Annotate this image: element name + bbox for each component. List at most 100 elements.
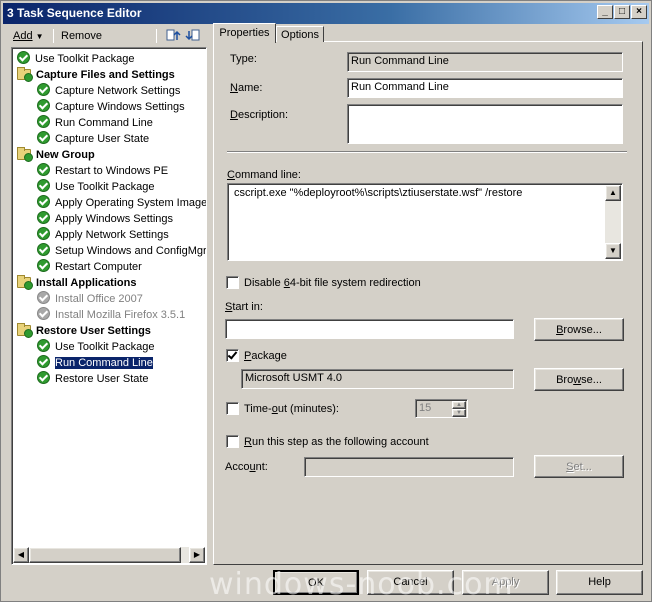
tree-item-label: Capture Files and Settings (36, 69, 175, 81)
folder-icon (17, 323, 33, 338)
type-label: Type: (230, 53, 257, 65)
add-menu-button[interactable]: Add ▼ (13, 27, 44, 45)
disable-redirection-checkbox[interactable] (226, 276, 239, 289)
tree-item-label: Install Applications (36, 277, 137, 289)
tree-item-label: Run Command Line (54, 356, 154, 370)
tree-step[interactable]: Apply Windows Settings (37, 211, 173, 227)
maximize-button[interactable]: □ (614, 5, 630, 19)
tree-item-label: Setup Windows and ConfigMgr (55, 245, 206, 257)
start-in-input[interactable] (225, 319, 514, 339)
move-down-icon[interactable] (185, 28, 201, 44)
check-icon (37, 99, 50, 112)
tab-properties[interactable]: Properties (213, 23, 276, 43)
tree-group[interactable]: Restore User Settings (17, 323, 151, 339)
tree-step[interactable]: Capture User State (37, 131, 149, 147)
spin-up-icon[interactable]: ▲ (452, 401, 466, 409)
check-icon (37, 163, 50, 176)
minimize-button[interactable]: _ (597, 5, 613, 19)
tree-step[interactable]: Apply Network Settings (37, 227, 169, 243)
task-sequence-editor-window: 3 Task Sequence Editor _ □ × Add ▼ Remov… (0, 0, 652, 602)
tree-item-label: Restore User Settings (36, 325, 151, 337)
spin-down-icon[interactable]: ▼ (452, 409, 466, 417)
type-field: Run Command Line (347, 52, 623, 72)
name-label: Name: (230, 82, 263, 94)
tree-item-label: Capture Network Settings (55, 85, 181, 97)
package-checkbox[interactable] (226, 349, 239, 362)
account-field (304, 457, 514, 477)
set-account-button[interactable]: Set... (534, 455, 624, 478)
tree-item-label: Restore User State (55, 373, 149, 385)
cancel-button[interactable]: Cancel (367, 570, 454, 595)
window-title: 3 Task Sequence Editor (7, 6, 142, 20)
tree-step[interactable]: Run Command Line (37, 115, 153, 131)
check-icon (37, 227, 50, 240)
description-input[interactable] (347, 104, 623, 144)
tree-item-label: Use Toolkit Package (55, 181, 155, 193)
command-line-label: Command line: (227, 169, 301, 181)
description-label: Description: (230, 109, 289, 121)
help-button[interactable]: Help (556, 570, 643, 595)
package-label: Package (244, 350, 287, 362)
check-icon (37, 355, 50, 368)
tree-item-label: Restart to Windows PE (55, 165, 169, 177)
tree-step[interactable]: Restart to Windows PE (37, 163, 168, 179)
check-icon (37, 307, 50, 320)
tree-group[interactable]: Capture Files and Settings (17, 67, 175, 83)
scroll-up-icon[interactable]: ▲ (605, 185, 621, 201)
start-in-label: Start in: (225, 301, 263, 313)
run-as-checkbox[interactable] (226, 435, 239, 448)
tree-group[interactable]: New Group (17, 147, 95, 163)
toolbar-separator (156, 29, 157, 43)
scroll-left-icon[interactable]: ◀ (13, 547, 29, 563)
name-input[interactable]: Run Command Line (347, 78, 623, 98)
check-icon (37, 339, 50, 352)
tree-step[interactable]: Run Command Line (37, 355, 154, 371)
folder-icon (17, 275, 33, 290)
timeout-checkbox[interactable] (226, 402, 239, 415)
tree-item-label: Apply Network Settings (55, 229, 169, 241)
scrollbar-thumb[interactable] (29, 547, 181, 563)
tree-group[interactable]: Install Applications (17, 275, 136, 291)
check-icon (17, 51, 30, 64)
check-icon (37, 291, 50, 304)
tree-item-label: Run Command Line (55, 117, 153, 129)
tree-step[interactable]: Use Toolkit Package (37, 179, 154, 195)
tree-step[interactable]: Apply Operating System Image (37, 195, 206, 211)
tree-item-label: Restart Computer (55, 261, 142, 273)
check-icon (37, 195, 50, 208)
check-icon (37, 83, 50, 96)
tree-step[interactable]: Setup Windows and ConfigMgr (37, 243, 206, 259)
tree-step[interactable]: Restore User State (37, 371, 149, 387)
close-button[interactable]: × (631, 5, 647, 19)
start-in-browse-button[interactable]: Browse... (534, 318, 624, 341)
tree-step[interactable]: Capture Network Settings (37, 83, 180, 99)
tree-step[interactable]: Install Office 2007 (37, 291, 143, 307)
ok-button[interactable]: OK (273, 570, 359, 595)
timeout-spinner[interactable]: 15 ▲ ▼ (415, 399, 468, 418)
command-line-textarea[interactable]: cscript.exe "%deployroot%\scripts\ztiuse… (227, 183, 623, 261)
tab-options[interactable]: Options (276, 26, 324, 42)
toolbar-separator (53, 29, 54, 43)
package-field: Microsoft USMT 4.0 (241, 369, 514, 389)
tree-step[interactable]: Install Mozilla Firefox 3.5.1 (37, 307, 185, 323)
move-up-icon[interactable] (165, 28, 181, 44)
tree-step[interactable]: Use Toolkit Package (37, 339, 154, 355)
tree-step[interactable]: Restart Computer (37, 259, 142, 275)
tree-item-label: Install Mozilla Firefox 3.5.1 (55, 309, 186, 321)
tree-item-label: Apply Windows Settings (55, 213, 173, 225)
check-icon (37, 179, 50, 192)
tree-step[interactable]: Use Toolkit Package (17, 51, 134, 67)
package-browse-button[interactable]: Browse... (534, 368, 624, 391)
disable-redirection-label: Disable 64-bit file system redirection (244, 277, 421, 289)
scroll-right-icon[interactable]: ▶ (189, 547, 205, 563)
title-bar[interactable]: 3 Task Sequence Editor (3, 3, 649, 24)
folder-icon (17, 67, 33, 82)
command-line-value: cscript.exe "%deployroot%\scripts\ztiuse… (234, 187, 523, 199)
tree-step[interactable]: Capture Windows Settings (37, 99, 185, 115)
tree-item-label: Install Office 2007 (55, 293, 143, 305)
check-icon (37, 243, 50, 256)
remove-button[interactable]: Remove (61, 27, 102, 45)
scroll-down-icon[interactable]: ▼ (605, 243, 621, 259)
apply-button[interactable]: Apply (462, 570, 549, 595)
check-icon (37, 115, 50, 128)
